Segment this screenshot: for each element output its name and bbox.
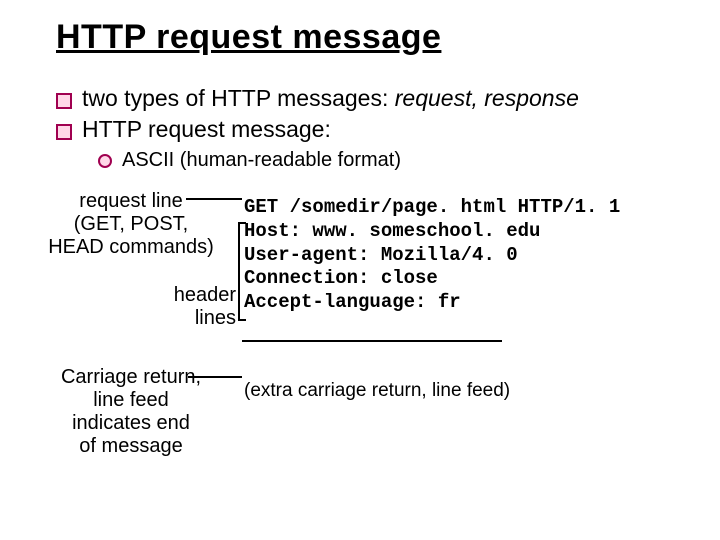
sub-bullet-item: ASCII (human-readable format) (98, 149, 680, 172)
code-line: User-agent: Mozilla/4. 0 (244, 244, 518, 266)
bullet-list: two types of HTTP messages: request, res… (56, 85, 680, 172)
code-line: GET /somedir/page. html HTTP/1. 1 (244, 196, 620, 218)
bullet-text: HTTP request message: (82, 116, 331, 143)
square-bullet-icon (56, 93, 72, 109)
code-line: Accept-language: fr (244, 291, 461, 313)
bullet-text-part: two types of HTTP messages: (82, 85, 395, 111)
extra-crlf-label: (extra carriage return, line feed) (244, 380, 510, 402)
http-message-code: GET /somedir/page. html HTTP/1. 1 Host: … (244, 196, 620, 315)
slide-title: HTTP request message (56, 18, 680, 57)
code-line: Connection: close (244, 267, 438, 289)
connector-line (188, 376, 242, 378)
header-lines-label: header lines (164, 284, 236, 330)
code-line: Host: www. someschool. edu (244, 220, 540, 242)
carriage-return-label: Carriage return, line feed indicates end… (46, 366, 216, 458)
bullet-item: HTTP request message: (56, 116, 680, 143)
bullet-emphasis: request, response (395, 85, 579, 111)
bracket-line (238, 222, 246, 224)
connector-line (186, 198, 242, 200)
square-bullet-icon (56, 124, 72, 140)
bullet-text: two types of HTTP messages: request, res… (82, 85, 579, 112)
bracket-line (238, 319, 246, 321)
connector-line (242, 340, 502, 342)
slide: HTTP request message two types of HTTP m… (0, 0, 720, 540)
sub-bullet-text: ASCII (human-readable format) (122, 149, 401, 172)
diagram: request line (GET, POST, HEAD commands) … (56, 190, 680, 490)
bracket-line (238, 222, 240, 320)
bullet-item: two types of HTTP messages: request, res… (56, 85, 680, 112)
circle-bullet-icon (98, 154, 112, 168)
request-line-label: request line (GET, POST, HEAD commands) (46, 190, 216, 259)
